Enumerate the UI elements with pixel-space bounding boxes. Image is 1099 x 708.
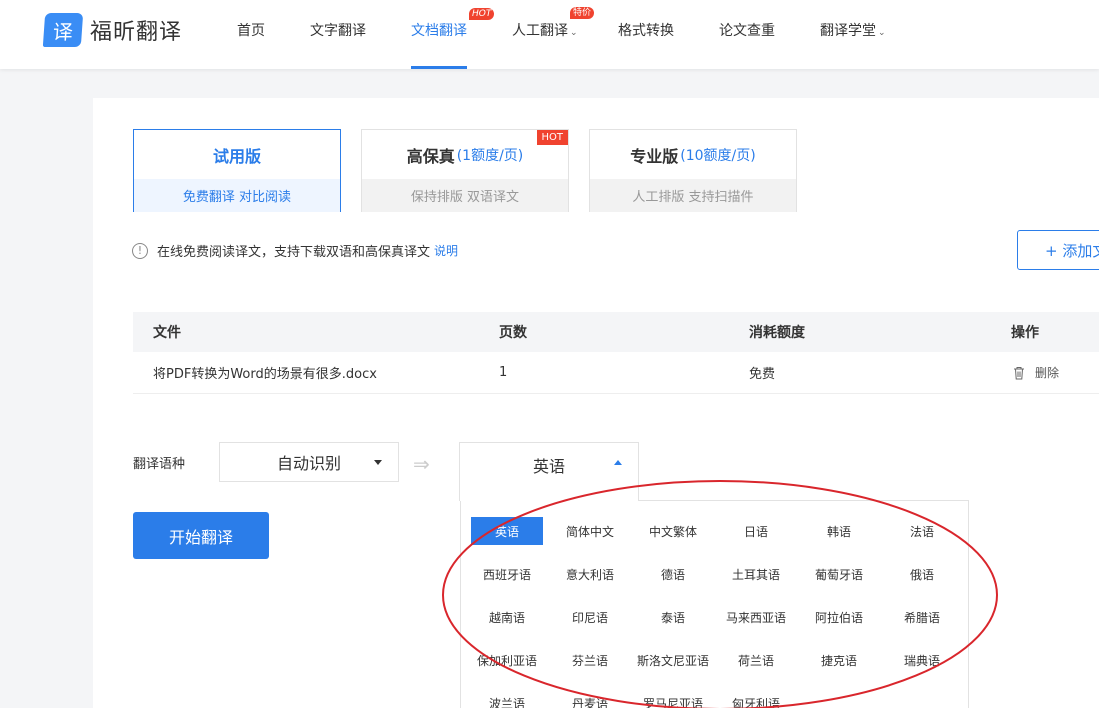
language-option[interactable]: 荷兰语: [720, 646, 792, 674]
chevron-down-icon: ⌄: [878, 28, 886, 38]
version-price: (10额度/页): [680, 147, 756, 164]
nav-human-translate-label: 人工翻译: [512, 23, 568, 39]
version-pro-card[interactable]: 专业版 (10额度/页) 人工排版 支持扫描件: [589, 129, 797, 212]
explain-link[interactable]: 说明: [434, 242, 458, 259]
language-option[interactable]: 日语: [720, 517, 792, 545]
language-option[interactable]: 瑞典语: [886, 646, 958, 674]
language-option[interactable]: 斯洛文尼亚语: [637, 646, 709, 674]
special-price-badge: 特价: [570, 7, 595, 19]
header-file: 文件: [153, 325, 181, 341]
language-option[interactable]: 中文繁体: [637, 517, 709, 545]
swap-arrow-icon: ⇒: [413, 452, 430, 476]
language-option[interactable]: 英语: [471, 517, 543, 545]
trash-icon: [1013, 366, 1025, 380]
nav-human-translate[interactable]: 人工翻译 ⌄: [512, 20, 578, 40]
version-title-text: 高保真: [406, 146, 455, 166]
version-subtitle: 人工排版 支持扫描件: [590, 179, 796, 212]
file-name: 将PDF转换为Word的场景有很多.docx: [153, 367, 377, 382]
target-language-select[interactable]: 英语: [459, 442, 639, 501]
file-table: 文件 页数 消耗额度 操作 将PDF转换为Word的场景有很多.docx 1 免…: [133, 312, 1099, 394]
nav-format-convert[interactable]: 格式转换: [618, 20, 674, 40]
language-option[interactable]: 马来西亚语: [720, 603, 792, 631]
header-pages: 页数: [499, 325, 527, 341]
dropdown-top-border: [638, 500, 969, 501]
caret-down-icon: [374, 460, 382, 465]
chevron-down-icon: ⌄: [570, 28, 578, 38]
hot-tag: HOT: [536, 130, 568, 145]
version-title: 专业版 (10额度/页): [590, 130, 796, 179]
top-header: 译 福昕翻译 首页 文字翻译 文档翻译 HOT 人工翻译 ⌄ 特价 格式转换 论文…: [0, 0, 1099, 69]
language-option[interactable]: 法语: [886, 517, 958, 545]
nav-plagiarism-check[interactable]: 论文查重: [719, 20, 775, 40]
notice-text: 在线免费阅读译文，支持下载双语和高保真译文: [157, 245, 431, 260]
language-option[interactable]: 越南语: [471, 603, 543, 631]
language-option[interactable]: 印尼语: [554, 603, 626, 631]
language-option[interactable]: 罗马尼亚语: [637, 689, 709, 708]
header-action: 操作: [1011, 325, 1039, 341]
page-count: 1: [499, 365, 508, 380]
cost-value: 免费: [749, 367, 776, 382]
version-title-text: 专业版: [630, 146, 679, 166]
language-option[interactable]: 波兰语: [471, 689, 543, 708]
logo[interactable]: 译 福昕翻译: [42, 13, 183, 47]
language-option[interactable]: 希腊语: [886, 603, 958, 631]
nav-translation-academy-label: 翻译学堂: [820, 23, 876, 39]
version-subtitle: 免费翻译 对比阅读: [134, 179, 340, 212]
language-option[interactable]: 保加利亚语: [471, 646, 543, 674]
delete-label: 删除: [1035, 366, 1060, 380]
language-option[interactable]: 丹麦语: [554, 689, 626, 708]
language-option[interactable]: 泰语: [637, 603, 709, 631]
language-option[interactable]: 德语: [637, 560, 709, 588]
info-icon: !: [132, 242, 148, 259]
source-language-select[interactable]: 自动识别: [219, 442, 399, 482]
start-translate-button[interactable]: 开始翻译: [133, 512, 269, 559]
logo-text: 福昕翻译: [90, 20, 183, 45]
table-row: 将PDF转换为Word的场景有很多.docx 1 免费 删除: [133, 352, 1099, 394]
version-price: (1额度/页): [456, 147, 524, 164]
language-option[interactable]: 西班牙语: [471, 560, 543, 588]
free-notice: ! 在线免费阅读译文，支持下载双语和高保真译文 说明: [132, 241, 458, 260]
nav-doc-translate[interactable]: 文档翻译: [411, 20, 467, 40]
language-option[interactable]: 捷克语: [803, 646, 875, 674]
source-language-value: 自动识别: [276, 454, 341, 473]
language-option[interactable]: 韩语: [803, 517, 875, 545]
add-file-button[interactable]: + 添加文件: [1017, 230, 1099, 270]
language-option[interactable]: 土耳其语: [720, 560, 792, 588]
version-title-text: 试用版: [212, 146, 261, 166]
nav-doc-translate-label: 文档翻译: [411, 23, 467, 39]
delete-button[interactable]: 删除: [1013, 352, 1059, 393]
language-option[interactable]: 匈牙利语: [720, 689, 792, 708]
language-option[interactable]: 简体中文: [554, 517, 626, 545]
logo-icon: 译: [42, 13, 84, 47]
version-trial-card[interactable]: 试用版 免费翻译 对比阅读: [133, 129, 341, 212]
version-subtitle: 保持排版 双语译文: [362, 179, 568, 212]
language-option[interactable]: 意大利语: [554, 560, 626, 588]
language-label: 翻译语种: [133, 457, 186, 472]
version-title: 试用版: [134, 130, 340, 179]
version-hifi-card[interactable]: 高保真 (1额度/页) 保持排版 双语译文 HOT: [361, 129, 569, 212]
hot-badge: HOT: [469, 8, 495, 20]
target-language-value: 英语: [532, 457, 565, 476]
table-header: 文件 页数 消耗额度 操作: [133, 312, 1099, 352]
nav-home[interactable]: 首页: [237, 20, 265, 40]
language-option[interactable]: 俄语: [886, 560, 958, 588]
active-tab-underline: [411, 66, 467, 69]
nav-text-translate[interactable]: 文字翻译: [310, 20, 366, 40]
language-option[interactable]: 阿拉伯语: [803, 603, 875, 631]
language-option[interactable]: 葡萄牙语: [803, 560, 875, 588]
language-option[interactable]: 芬兰语: [554, 646, 626, 674]
caret-up-icon: [614, 460, 622, 465]
header-cost: 消耗额度: [749, 325, 805, 341]
nav-translation-academy[interactable]: 翻译学堂 ⌄: [820, 20, 886, 40]
